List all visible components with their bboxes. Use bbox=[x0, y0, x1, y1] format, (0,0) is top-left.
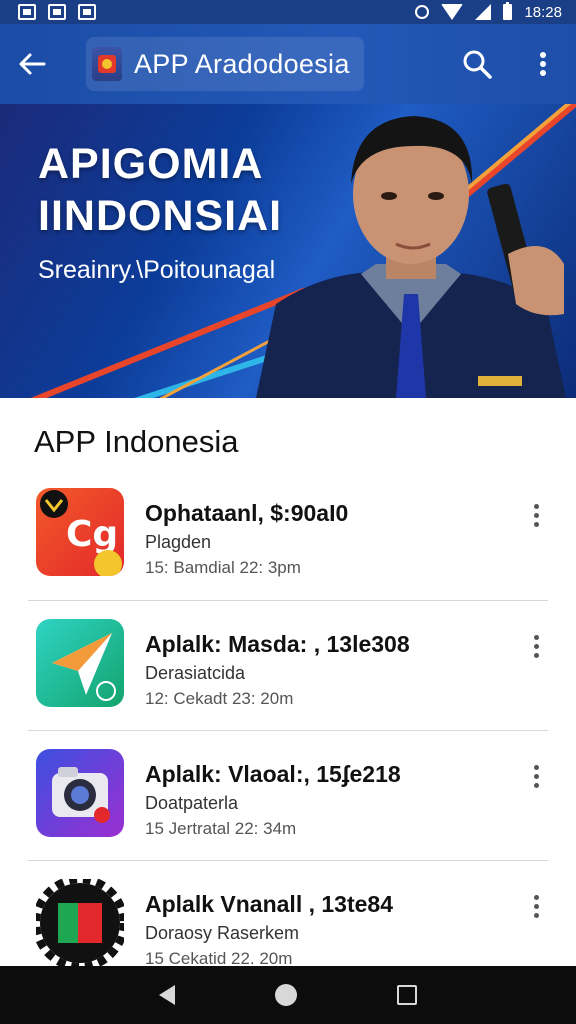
list-item-time: 15: Bamdial 22: 3pm bbox=[145, 558, 301, 577]
list-item-title: Aplalk: Masda: , 13le308 bbox=[145, 631, 410, 657]
item-more-button[interactable] bbox=[524, 629, 548, 663]
send-arrow-icon bbox=[52, 633, 116, 701]
arrow-left-icon bbox=[19, 53, 46, 75]
clock: 18:28 bbox=[524, 3, 562, 21]
item-more-button[interactable] bbox=[524, 498, 548, 532]
search-button[interactable] bbox=[444, 24, 510, 104]
nav-recents-button[interactable] bbox=[397, 985, 417, 1005]
list-item[interactable]: Aplalk: Masda: , 13le308 Derasiatcida 12… bbox=[28, 600, 548, 730]
app-bar: APP Aradodoesia bbox=[0, 24, 576, 104]
wifi-icon bbox=[441, 4, 464, 20]
list-item-subtitle: Derasiatcida bbox=[145, 663, 246, 683]
item-more-button[interactable] bbox=[524, 889, 548, 923]
list-item-subtitle: Doraosy Raserkem bbox=[145, 923, 300, 943]
app-icon-graphic: Cg bbox=[40, 490, 122, 576]
nav-home-button[interactable] bbox=[275, 984, 297, 1006]
app-bar-actions bbox=[444, 24, 576, 104]
list-item-title: Ophataanl, $:90aI0 bbox=[145, 500, 349, 526]
list-item[interactable]: Cg Ophataanl, $:90aI0 Plagden 15: Bamdia… bbox=[28, 470, 548, 600]
list-item-time: 12: Cekadt 23: 20m bbox=[145, 689, 294, 708]
list-item-time: 15 Jertratal 22: 34m bbox=[145, 819, 297, 838]
system-icons: 18:28 bbox=[415, 2, 562, 21]
notification-icons bbox=[18, 4, 96, 20]
banner-subtitle: Sreainry.\Poitounagal bbox=[38, 256, 276, 284]
section-title: APP Indonesia bbox=[34, 424, 239, 459]
list-item-title: Aplalk: Vlaoal:, 15ʄe218 bbox=[145, 761, 401, 787]
list-item-subtitle: Doatpaterla bbox=[145, 793, 239, 813]
app-icon: Cg bbox=[36, 488, 124, 576]
search-icon bbox=[463, 50, 492, 79]
overflow-menu-button[interactable] bbox=[510, 24, 576, 104]
gear-icon bbox=[36, 879, 124, 967]
camera-icon bbox=[52, 767, 110, 823]
list-item-title: Aplalk Vnanall , 13te84 bbox=[145, 891, 394, 917]
notification-icon bbox=[18, 4, 36, 20]
list-item-subtitle: Plagden bbox=[145, 532, 212, 552]
app-icon bbox=[36, 619, 124, 707]
list-item[interactable]: Aplalk: Vlaoal:, 15ʄe218 Doatpaterla 15 … bbox=[28, 730, 548, 860]
app-list: Cg Ophataanl, $:90aI0 Plagden 15: Bamdia… bbox=[0, 470, 576, 990]
app-icon bbox=[36, 749, 124, 837]
battery-icon bbox=[503, 2, 513, 20]
more-vertical-icon bbox=[540, 52, 546, 76]
promo-banner[interactable]: APIGOMIA IINDONSIAI Sreainry.\Poitounaga… bbox=[0, 104, 576, 398]
item-more-button[interactable] bbox=[524, 759, 548, 793]
app-title: APP Aradodoesia bbox=[134, 48, 350, 79]
banner-person-image bbox=[256, 116, 566, 398]
system-nav-bar bbox=[0, 966, 576, 1024]
nav-back-button[interactable] bbox=[159, 985, 175, 1005]
app-logo bbox=[92, 47, 122, 81]
gallery-icon bbox=[48, 4, 66, 20]
status-bar: 18:28 bbox=[0, 0, 576, 24]
mail-icon bbox=[78, 4, 96, 20]
alarm-icon bbox=[415, 5, 430, 19]
app-title-box: APP Aradodoesia bbox=[86, 37, 364, 91]
back-button[interactable] bbox=[0, 24, 64, 104]
signal-icon bbox=[475, 4, 492, 20]
svg-text:Cg: Cg bbox=[66, 514, 118, 555]
app-icon bbox=[36, 879, 124, 967]
